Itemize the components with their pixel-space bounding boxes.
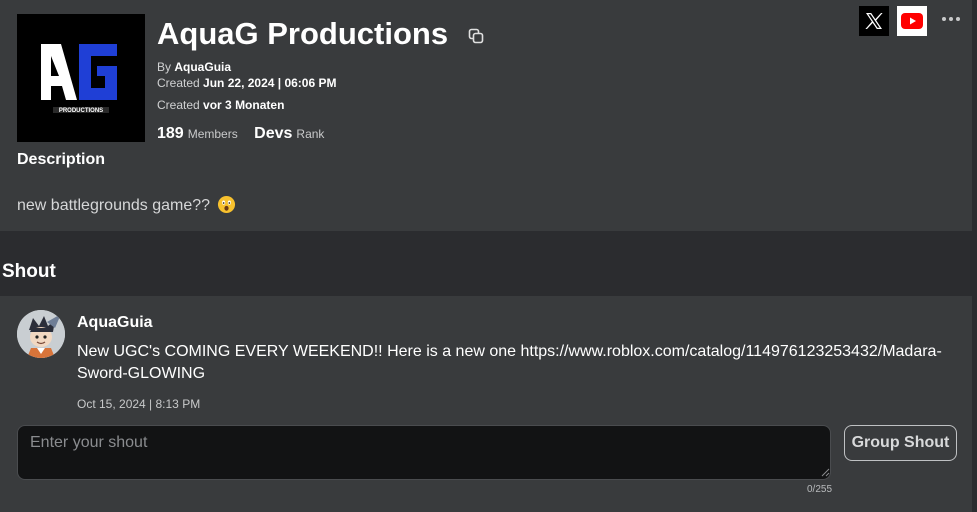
astonished-face-emoji bbox=[218, 195, 236, 214]
group-stats: 189 Members Devs Rank bbox=[157, 125, 324, 143]
group-logo: PRODUCTIONS bbox=[17, 14, 145, 142]
owner-line: By AquaGuia bbox=[157, 60, 231, 74]
created-label-2: Created bbox=[157, 98, 200, 112]
x-social-link[interactable] bbox=[859, 6, 889, 36]
group-header-panel: PRODUCTIONS AquaG Productions By AquaGui… bbox=[0, 0, 972, 231]
description-text: new battlegrounds game?? bbox=[17, 197, 211, 214]
copy-icon[interactable] bbox=[467, 27, 485, 45]
members-label: Members bbox=[187, 127, 238, 141]
members-count: 189 bbox=[157, 125, 184, 142]
owner-link[interactable]: AquaGuia bbox=[174, 60, 231, 74]
created-relative: vor 3 Monaten bbox=[203, 98, 285, 112]
shout-input[interactable] bbox=[17, 425, 831, 480]
by-label: By bbox=[157, 60, 172, 74]
x-logo-icon bbox=[865, 13, 883, 29]
created-relative-line: Created vor 3 Monaten bbox=[157, 98, 284, 112]
rank-label: Rank bbox=[296, 127, 325, 141]
char-counter: 0/255 bbox=[807, 484, 833, 495]
description-heading: Description bbox=[17, 151, 106, 168]
description-text-line: new battlegrounds game?? bbox=[17, 195, 236, 215]
avatar[interactable] bbox=[17, 310, 65, 358]
avatar-image bbox=[17, 310, 65, 358]
shout-heading: Shout bbox=[2, 261, 56, 282]
created-date: Jun 22, 2024 | 06:06 PM bbox=[203, 76, 337, 90]
youtube-icon bbox=[901, 13, 923, 29]
resize-handle-icon[interactable] bbox=[820, 467, 830, 477]
group-name: AquaG Productions bbox=[157, 16, 449, 51]
group-shout-button[interactable]: Group Shout bbox=[844, 425, 957, 461]
shout-message: New UGC's COMING EVERY WEEKEND!! Here is… bbox=[77, 343, 942, 382]
shout-author[interactable]: AquaGuia bbox=[77, 314, 153, 332]
youtube-social-link[interactable] bbox=[897, 6, 927, 36]
created-date-line: Created Jun 22, 2024 | 06:06 PM bbox=[157, 76, 336, 90]
group-logo-image: PRODUCTIONS bbox=[17, 14, 145, 142]
created-label: Created bbox=[157, 76, 200, 90]
more-options-icon[interactable] bbox=[939, 12, 963, 26]
shout-timestamp: Oct 15, 2024 | 8:13 PM bbox=[77, 397, 201, 411]
rank-value: Devs bbox=[254, 125, 293, 142]
logo-subtext: PRODUCTIONS bbox=[59, 108, 103, 114]
